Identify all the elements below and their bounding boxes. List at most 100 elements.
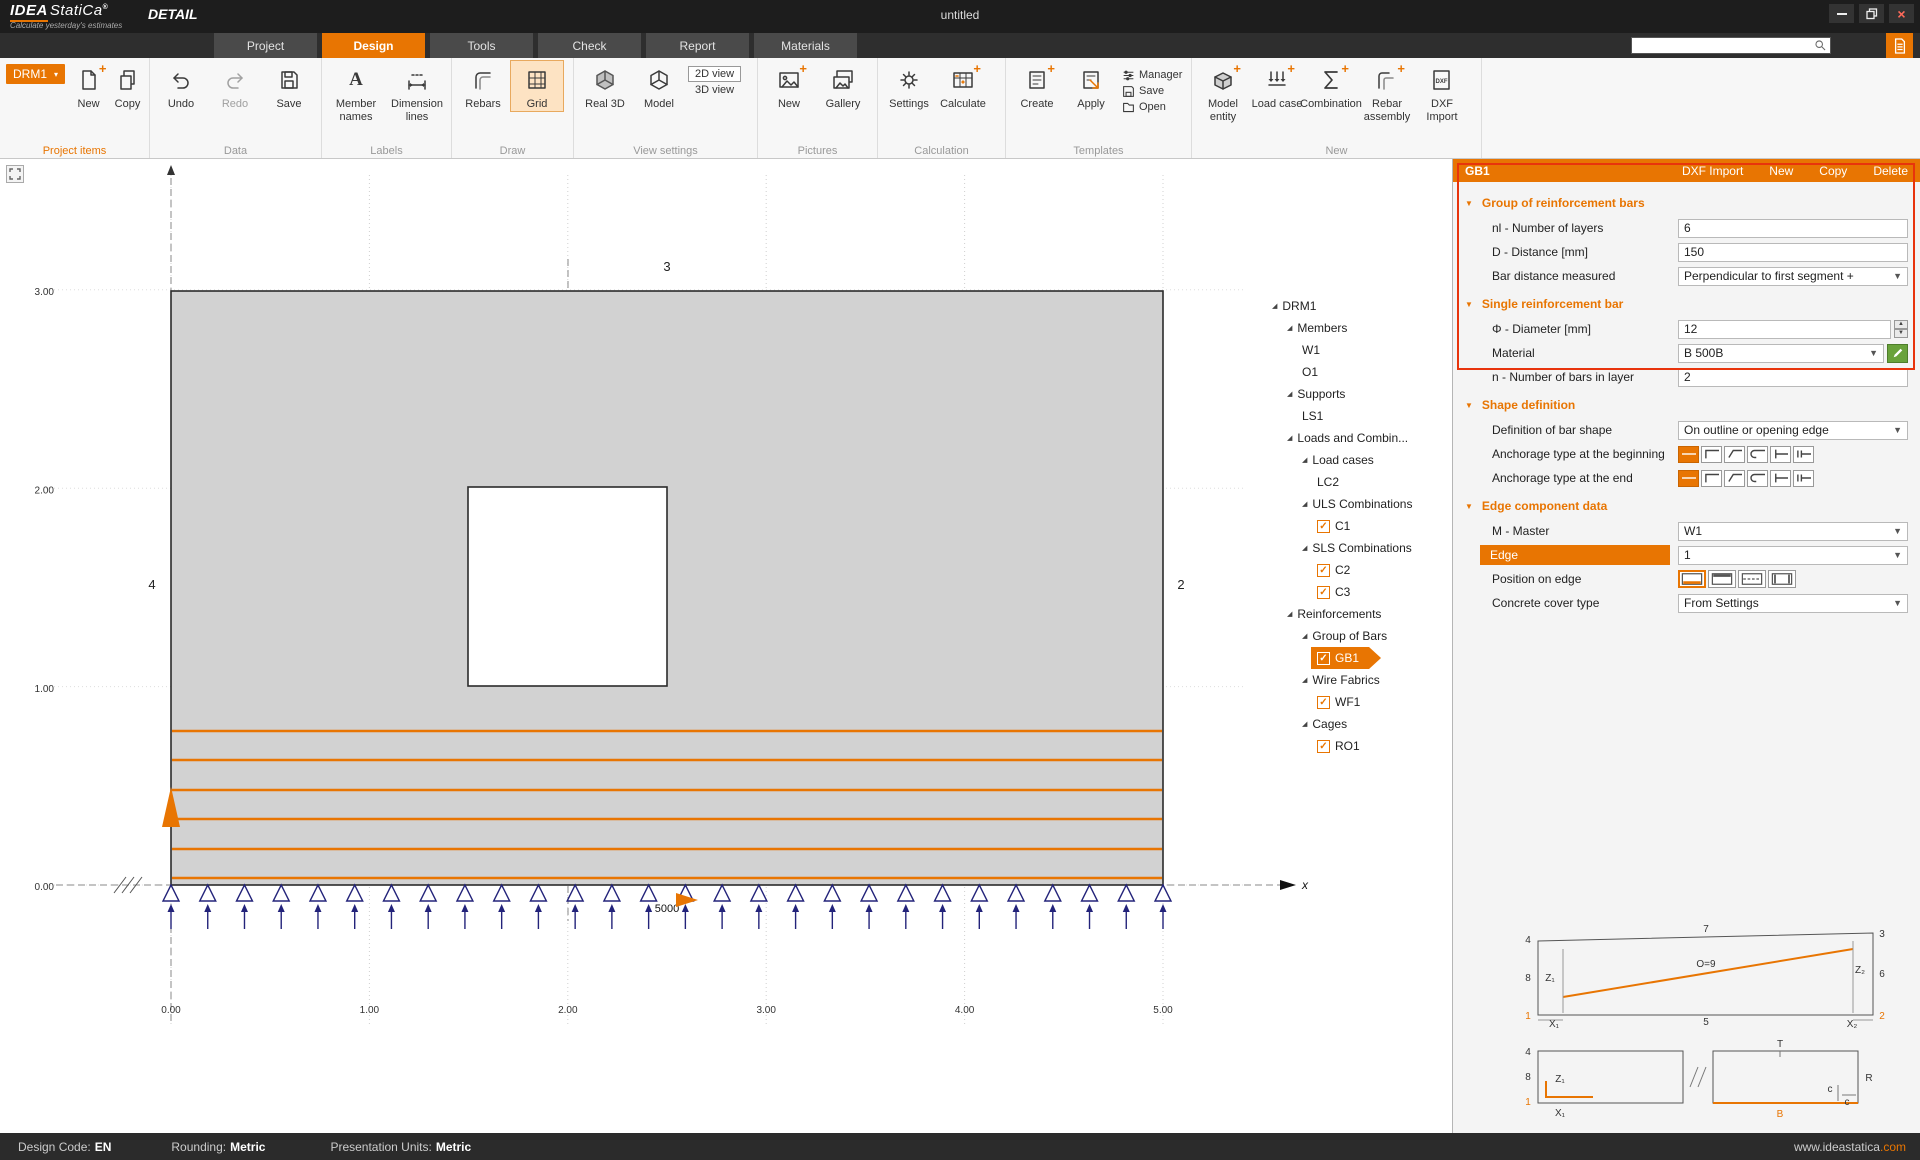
tree-item-supports[interactable]: ◢Supports — [1266, 383, 1345, 405]
expand-arrow-icon[interactable]: ◢ — [1287, 434, 1292, 442]
rebar-assembly-button[interactable]: Rebar assembly — [1358, 60, 1416, 124]
tree-item-ro1[interactable]: ✓RO1 — [1266, 735, 1360, 757]
tree-item-o1[interactable]: O1 — [1266, 361, 1318, 383]
edit-material-button[interactable] — [1887, 344, 1908, 363]
calculate-button[interactable]: Calculate — [936, 60, 990, 112]
section-single-reinforcement-bar[interactable]: ▼ Single reinforcement bar — [1453, 291, 1920, 317]
rebars-button[interactable]: Rebars — [456, 60, 510, 112]
anchorage-head-button[interactable] — [1770, 446, 1791, 463]
diameter-input[interactable] — [1678, 320, 1891, 339]
tree-item-drm1[interactable]: ◢DRM1 — [1266, 295, 1316, 317]
tree-item-wf1[interactable]: ✓WF1 — [1266, 691, 1360, 713]
tab-project[interactable]: Project — [214, 33, 317, 58]
view-2d-button[interactable]: 2D view — [688, 66, 741, 82]
grid-button[interactable]: Grid — [510, 60, 564, 112]
undo-button[interactable]: Undo — [154, 60, 208, 112]
anchorage-hook-90-button[interactable] — [1701, 470, 1722, 487]
expand-arrow-icon[interactable]: ◢ — [1302, 676, 1307, 684]
tree-item-members[interactable]: ◢Members — [1266, 317, 1347, 339]
expand-arrow-icon[interactable]: ◢ — [1302, 544, 1307, 552]
template-open-button[interactable]: Open — [1122, 100, 1182, 114]
material-select[interactable]: B 500B▼ — [1678, 344, 1884, 363]
position-bottom-button[interactable] — [1678, 570, 1706, 588]
expand-arrow-icon[interactable]: ◢ — [1287, 610, 1292, 618]
position-both-button[interactable] — [1768, 570, 1796, 588]
expand-arrow-icon[interactable]: ◢ — [1287, 324, 1292, 332]
section-edge-component-data[interactable]: ▼ Edge component data — [1453, 493, 1920, 519]
tree-item-sls-combinations[interactable]: ◢SLS Combinations — [1266, 537, 1412, 559]
anchorage-straight-button[interactable] — [1678, 470, 1699, 487]
search-input[interactable] — [1632, 40, 1814, 52]
tab-design[interactable]: Design — [322, 33, 425, 58]
section-shape-definition[interactable]: ▼ Shape definition — [1453, 392, 1920, 418]
expand-arrow-icon[interactable]: ◢ — [1302, 720, 1307, 728]
fit-view-button[interactable] — [6, 165, 24, 183]
redo-button[interactable]: Redo — [208, 60, 262, 112]
distance-input[interactable] — [1678, 243, 1908, 262]
expand-arrow-icon[interactable]: ◢ — [1302, 456, 1307, 464]
tree-item-w1[interactable]: W1 — [1266, 339, 1320, 361]
create-template-button[interactable]: Create — [1010, 60, 1064, 112]
new-picture-button[interactable]: New — [762, 60, 816, 112]
vis-checkbox[interactable]: ✓ — [1317, 696, 1330, 709]
template-save-button[interactable]: Save — [1122, 84, 1182, 98]
vis-checkbox[interactable]: ✓ — [1317, 586, 1330, 599]
load-case-button[interactable]: Load case — [1250, 60, 1304, 112]
new-project-item-button[interactable]: New — [69, 60, 108, 112]
save-button[interactable]: Save — [262, 60, 316, 112]
anchorage-head-button[interactable] — [1770, 470, 1791, 487]
settings-button[interactable]: Settings — [882, 60, 936, 112]
section-group-of-reinforcement-bars[interactable]: ▼ Group of reinforcement bars — [1453, 190, 1920, 216]
spinner-up-button[interactable]: ▲ — [1894, 320, 1908, 329]
tree-item-c3[interactable]: ✓C3 — [1266, 581, 1350, 603]
tab-materials[interactable]: Materials — [754, 33, 857, 58]
tab-check[interactable]: Check — [538, 33, 641, 58]
anchorage-straight-button[interactable] — [1678, 446, 1699, 463]
position-top-button[interactable] — [1708, 570, 1736, 588]
anchorage-plate-button[interactable] — [1793, 470, 1814, 487]
project-item-selector[interactable]: DRM1▾ — [6, 64, 65, 84]
gallery-button[interactable]: Gallery — [816, 60, 870, 112]
tree-item-wire-fabrics[interactable]: ◢Wire Fabrics — [1266, 669, 1380, 691]
anchorage-hook-135-button[interactable] — [1724, 446, 1745, 463]
restore-button[interactable] — [1859, 4, 1884, 23]
tree-item-reinforcements[interactable]: ◢Reinforcements — [1266, 603, 1381, 625]
tree-item-gb1[interactable]: ✓GB1 — [1311, 647, 1381, 669]
edge-select[interactable]: 1▼ — [1678, 546, 1908, 565]
tab-report[interactable]: Report — [646, 33, 749, 58]
new-panel-button[interactable]: New — [1769, 164, 1793, 178]
model-canvas[interactable]: x3.002.001.000.000.001.002.003.004.005.0… — [0, 159, 1452, 1133]
tree-item-cages[interactable]: ◢Cages — [1266, 713, 1347, 735]
dimension-lines-button[interactable]: Dimension lines — [386, 60, 448, 124]
tree-item-lc2[interactable]: LC2 — [1266, 471, 1339, 493]
tree-item-c1[interactable]: ✓C1 — [1266, 515, 1350, 537]
tree-item-uls-combinations[interactable]: ◢ULS Combinations — [1266, 493, 1412, 515]
minimize-button[interactable] — [1829, 4, 1854, 23]
bars-in-layer-input[interactable] — [1678, 368, 1908, 387]
delete-panel-button[interactable]: Delete — [1873, 164, 1908, 178]
expand-arrow-icon[interactable]: ◢ — [1302, 500, 1307, 508]
tree-item-group-of-bars[interactable]: ◢Group of Bars — [1266, 625, 1387, 647]
vis-checkbox[interactable]: ✓ — [1317, 520, 1330, 533]
expand-arrow-icon[interactable]: ◢ — [1302, 632, 1307, 640]
view-3d-button[interactable]: 3D view — [688, 82, 741, 98]
anchorage-loop-button[interactable] — [1747, 446, 1768, 463]
model-view-button[interactable]: Model — [632, 60, 686, 112]
number-of-layers-input[interactable] — [1678, 219, 1908, 238]
anchorage-hook-90-button[interactable] — [1701, 446, 1722, 463]
copy-panel-button[interactable]: Copy — [1819, 164, 1847, 178]
tree-item-c2[interactable]: ✓C2 — [1266, 559, 1350, 581]
anchorage-plate-button[interactable] — [1793, 446, 1814, 463]
master-select[interactable]: W1▼ — [1678, 522, 1908, 541]
anchorage-hook-135-button[interactable] — [1724, 470, 1745, 487]
anchorage-loop-button[interactable] — [1747, 470, 1768, 487]
tree-item-load-cases[interactable]: ◢Load cases — [1266, 449, 1374, 471]
member-names-button[interactable]: A Member names — [326, 60, 386, 124]
bar-shape-definition-select[interactable]: On outline or opening edge▼ — [1678, 421, 1908, 440]
expand-arrow-icon[interactable]: ◢ — [1272, 302, 1277, 310]
model-entity-button[interactable]: Model entity — [1196, 60, 1250, 124]
tree-item-ls1[interactable]: LS1 — [1266, 405, 1323, 427]
bar-distance-measured-select[interactable]: Perpendicular to first segment +▼ — [1678, 267, 1908, 286]
vis-checkbox[interactable]: ✓ — [1317, 652, 1330, 665]
spinner-down-button[interactable]: ▼ — [1894, 329, 1908, 338]
